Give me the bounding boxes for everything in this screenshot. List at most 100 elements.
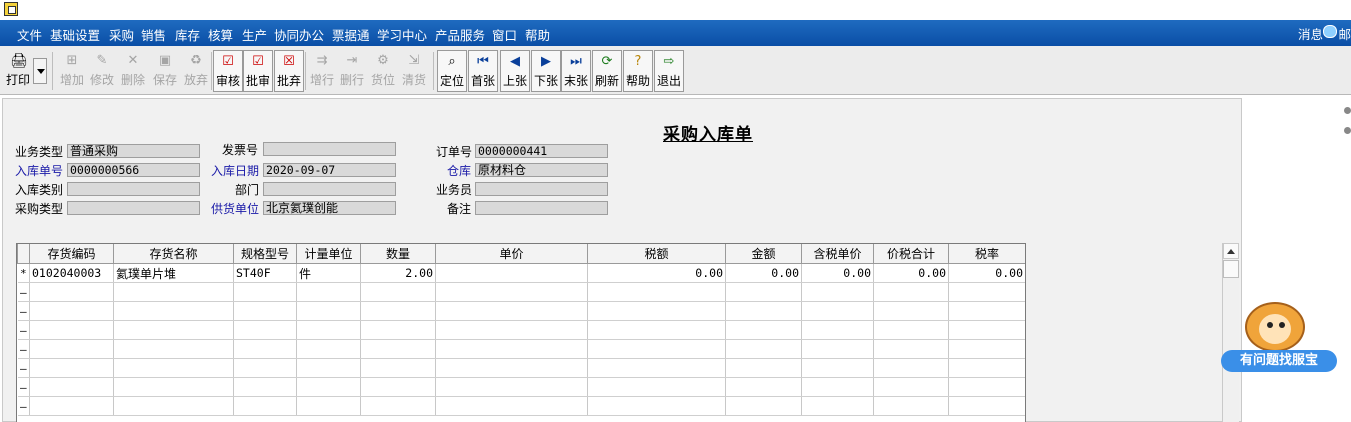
next-button[interactable]: ▶ 下张 [531, 50, 561, 92]
col-item-code[interactable]: 存货编码 [29, 244, 114, 264]
col-amount[interactable]: 金额 [725, 244, 802, 264]
table-row[interactable]: — [17, 320, 1025, 340]
add-row-button[interactable]: ⇉ 增行 [307, 50, 337, 92]
next-icon: ▶ [541, 54, 551, 69]
batch-discard-button[interactable]: ☒ 批弃 [274, 50, 304, 92]
first-button[interactable]: ⏮ 首张 [468, 50, 498, 92]
receipt-no-field[interactable]: 0000000566 [67, 163, 200, 177]
toolbar: 🖨 打印 ⊞ 增加 ✎ 修改 ✕ 删除 ▣ 保存 ♻ 放弃 ☑ 审核 ☑ 批审 ☒ 批弃 ⇉ 增行… [0, 46, 1351, 95]
cell-amount[interactable]: 0.00 [725, 263, 802, 283]
table-row[interactable]: — [17, 339, 1025, 359]
table-row[interactable]: — [17, 377, 1025, 397]
chat-icon[interactable] [1323, 25, 1337, 38]
print-dropdown-button[interactable] [33, 58, 47, 84]
receipt-category-field[interactable] [67, 182, 200, 196]
menu-window[interactable]: 窗口 [492, 25, 517, 44]
mail-link[interactable]: 邮 [1338, 24, 1351, 43]
scroll-up-icon[interactable] [1223, 243, 1239, 259]
menu-collaboration[interactable]: 协同办公 [274, 25, 324, 44]
col-price[interactable]: 单价 [435, 244, 588, 264]
menu-help[interactable]: 帮助 [525, 25, 550, 44]
col-item-name[interactable]: 存货名称 [113, 244, 234, 264]
department-field[interactable] [263, 182, 396, 196]
row-marker: * [17, 263, 30, 283]
help-button[interactable]: ? 帮助 [623, 50, 653, 92]
clear-goods-button[interactable]: ⇲ 清货 [399, 50, 429, 92]
locate-button[interactable]: ⌕ 定位 [437, 50, 467, 92]
col-tax[interactable]: 税额 [587, 244, 726, 264]
delete-row-button[interactable]: ⇥ 删行 [337, 50, 367, 92]
discard-button[interactable]: ♻ 放弃 [181, 50, 211, 92]
label-purchase-type: 采购类型 [15, 202, 64, 216]
refresh-button[interactable]: ⟳ 刷新 [592, 50, 622, 92]
col-tax-price[interactable]: 含税单价 [801, 244, 874, 264]
invoice-no-field[interactable] [263, 142, 396, 156]
table-row[interactable]: — [17, 301, 1025, 321]
toolbar-separator [433, 52, 434, 90]
location-button[interactable]: ⚙ 货位 [368, 50, 398, 92]
support-badge[interactable]: 有问题找服宝 [1221, 350, 1337, 372]
cell-unit[interactable]: 件 [296, 263, 361, 283]
cell-quantity[interactable]: 2.00 [360, 263, 436, 283]
printer-icon: 🖨 [10, 53, 28, 69]
support-assistant[interactable]: 有问题找服宝 [1221, 302, 1337, 372]
edit-button[interactable]: ✎ 修改 [87, 50, 117, 92]
purchase-type-field[interactable] [67, 201, 200, 215]
batch-audit-icon: ☑ [252, 54, 264, 69]
col-unit[interactable]: 计量单位 [296, 244, 361, 264]
warehouse-field[interactable]: 原材料仓 [475, 163, 608, 177]
row-marker: — [17, 377, 30, 397]
audit-button[interactable]: ☑ 审核 [213, 50, 243, 92]
location-icon: ⚙ [377, 53, 389, 68]
cell-item-name[interactable]: 氦璞单片堆 [113, 263, 234, 283]
col-quantity[interactable]: 数量 [360, 244, 436, 264]
salesman-field[interactable] [475, 182, 608, 196]
order-no-field[interactable]: 0000000441 [475, 144, 608, 158]
label-receipt-category: 入库类别 [15, 183, 64, 197]
remark-field[interactable] [475, 201, 608, 215]
menu-inventory[interactable]: 库存 [175, 25, 200, 44]
business-type-field[interactable]: 普通采购 [67, 144, 200, 158]
menu-purchase[interactable]: 采购 [109, 25, 134, 44]
menu-production[interactable]: 生产 [242, 25, 267, 44]
table-row[interactable]: — [17, 358, 1025, 378]
clear-icon: ⇲ [408, 53, 420, 68]
menu-learning-center[interactable]: 学习中心 [377, 25, 427, 44]
table-row[interactable]: * 0102040003 氦璞单片堆 ST40F 件 2.00 0.00 0.0… [17, 263, 1025, 283]
delete-button[interactable]: ✕ 删除 [118, 50, 148, 92]
table-row[interactable]: — [17, 396, 1025, 416]
save-button[interactable]: ▣ 保存 [150, 50, 180, 92]
menu-product-service[interactable]: 产品服务 [435, 25, 485, 44]
col-spec[interactable]: 规格型号 [233, 244, 297, 264]
previous-icon: ◀ [510, 54, 520, 69]
exit-button[interactable]: ⇨ 退出 [654, 50, 684, 92]
messages-link[interactable]: 消息 [1298, 24, 1323, 43]
row-marker: — [17, 339, 30, 359]
row-marker: — [17, 358, 30, 378]
cell-tax-rate[interactable]: 0.00 [948, 263, 1025, 283]
cell-total[interactable]: 0.00 [873, 263, 949, 283]
cell-item-code[interactable]: 0102040003 [29, 263, 114, 283]
add-button[interactable]: ⊞ 增加 [57, 50, 87, 92]
menu-file[interactable]: 文件 [17, 25, 42, 44]
cell-tax-price[interactable]: 0.00 [801, 263, 874, 283]
cell-price[interactable] [435, 263, 588, 283]
menu-basic-settings[interactable]: 基础设置 [50, 25, 100, 44]
col-total[interactable]: 价税合计 [873, 244, 949, 264]
cell-tax[interactable]: 0.00 [587, 263, 726, 283]
menu-sales[interactable]: 销售 [141, 25, 166, 44]
menu-accounting[interactable]: 核算 [208, 25, 233, 44]
supplier-field[interactable]: 北京氦璞创能 [263, 201, 396, 215]
table-row[interactable]: — [17, 282, 1025, 302]
col-tax-rate[interactable]: 税率 [948, 244, 1025, 264]
last-button[interactable]: ⏭ 末张 [561, 50, 591, 92]
previous-button[interactable]: ◀ 上张 [500, 50, 530, 92]
print-button[interactable]: 🖨 打印 [2, 50, 34, 92]
exit-door-icon: ⇨ [663, 54, 675, 69]
dot-icon [1344, 107, 1351, 114]
cell-spec[interactable]: ST40F [233, 263, 297, 283]
menu-invoice-pass[interactable]: 票据通 [332, 25, 370, 44]
batch-audit-button[interactable]: ☑ 批审 [243, 50, 273, 92]
receipt-date-field[interactable]: 2020-09-07 [263, 163, 396, 177]
scroll-thumb[interactable] [1223, 260, 1239, 278]
